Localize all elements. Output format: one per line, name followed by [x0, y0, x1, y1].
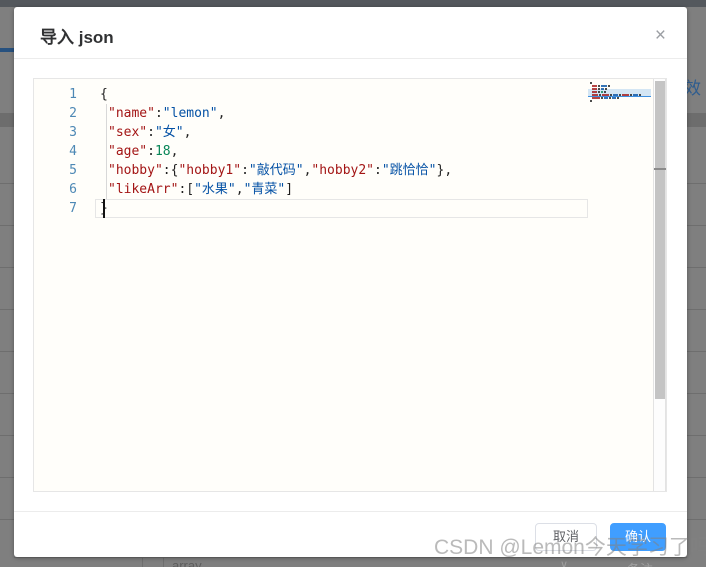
background-row-line	[687, 519, 706, 520]
background-row-line	[0, 183, 14, 184]
background-row-line	[0, 309, 14, 310]
background-row-line	[0, 519, 14, 520]
background-cell-border	[163, 558, 164, 567]
background-table-header-band	[687, 113, 706, 127]
background-row-line	[687, 267, 706, 268]
code-line[interactable]: 5 "hobby":{"hobby1":"敲代码","hobby2":"跳恰恰"}…	[34, 161, 586, 180]
editor-scrollbar[interactable]	[653, 79, 666, 491]
background-cell-text: array	[172, 558, 202, 567]
background-row-line	[0, 477, 14, 478]
minimap[interactable]	[588, 79, 651, 491]
background-row-line	[687, 351, 706, 352]
line-number: 1	[34, 85, 77, 104]
background-table-row: array ∨ 备注	[14, 557, 687, 567]
dialog-footer: 取消 确认	[14, 511, 687, 557]
line-number: 3	[34, 123, 77, 142]
background-row-line	[0, 225, 14, 226]
line-number: 2	[34, 104, 77, 123]
code-text: "hobby":{"hobby1":"敲代码","hobby2":"跳恰恰"},	[108, 161, 452, 180]
code-text: "name":"lemon",	[108, 104, 225, 123]
line-number: 7	[34, 199, 77, 218]
chevron-down-icon: ∨	[560, 558, 568, 567]
background-row-line	[687, 183, 706, 184]
code-line[interactable]: 4 "age":18,	[34, 142, 586, 161]
code-text: {	[100, 85, 108, 104]
background-column-label: 效	[687, 74, 701, 99]
code-line[interactable]: 2 "name":"lemon",	[34, 104, 586, 123]
background-row-line	[0, 267, 14, 268]
json-editor[interactable]: 1{2"name":"lemon",3"sex":"女",4"age":18,5…	[33, 78, 667, 492]
line-number: 5	[34, 161, 77, 180]
confirm-button[interactable]: 确认	[610, 523, 666, 551]
code-text: "age":18,	[108, 142, 178, 161]
code-text: "likeArr":["水果","青菜"]	[108, 180, 293, 199]
dialog-header: 导入 json ×	[14, 7, 687, 59]
text-cursor	[103, 199, 105, 218]
background-row-line	[0, 393, 14, 394]
background-row-line	[0, 351, 14, 352]
background-row-line	[687, 225, 706, 226]
line-number: 4	[34, 142, 77, 161]
background-table-header-band	[0, 113, 14, 127]
background-page-header	[0, 0, 706, 7]
code-line[interactable]: 1{	[34, 85, 586, 104]
background-table-left-edge	[0, 7, 14, 567]
code-text: "sex":"女",	[108, 123, 191, 142]
import-json-dialog: 导入 json × 1{2"name":"lemon",3"sex":"女",4…	[14, 7, 687, 557]
background-row-line	[687, 435, 706, 436]
scrollbar-divider	[654, 168, 666, 170]
close-icon[interactable]: ×	[655, 26, 666, 45]
background-row-line	[687, 477, 706, 478]
code-line[interactable]: 3 "sex":"女",	[34, 123, 586, 142]
code-line[interactable]: 6 "likeArr":["水果","青菜"]	[34, 180, 586, 199]
background-row-line	[0, 435, 14, 436]
scrollbar-thumb[interactable]	[655, 81, 665, 399]
background-accent-line	[0, 48, 14, 52]
background-cell-text: 备注	[627, 559, 653, 567]
line-number: 6	[34, 180, 77, 199]
code-line[interactable]: 7}	[34, 199, 586, 218]
cancel-button[interactable]: 取消	[535, 523, 597, 551]
background-row-line	[687, 393, 706, 394]
dialog-title: 导入 json	[40, 23, 114, 48]
background-row-line	[687, 309, 706, 310]
background-cell-border	[142, 558, 143, 567]
background-table-right-edge: 效	[687, 7, 706, 567]
